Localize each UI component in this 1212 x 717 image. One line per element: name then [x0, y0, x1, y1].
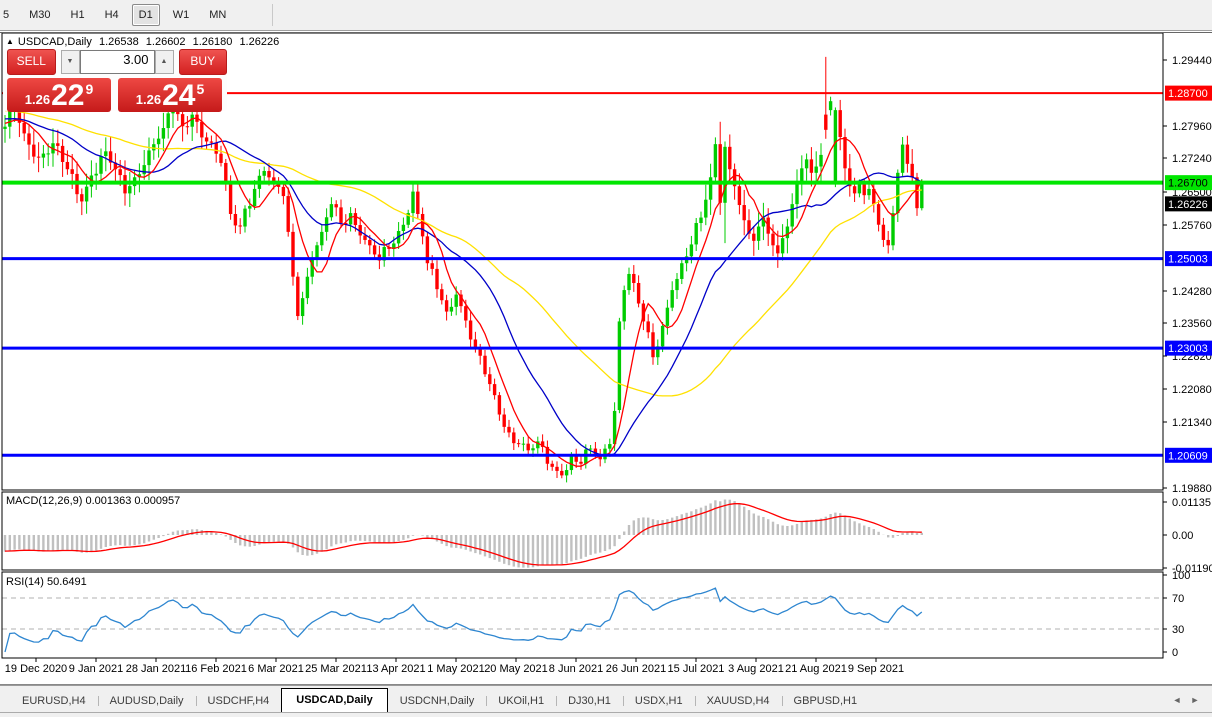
- sell-button[interactable]: SELL: [7, 49, 56, 75]
- date-tick-label: 19 Dec 2020: [5, 663, 67, 675]
- tab-ukoil-h1[interactable]: UKOil,H1: [486, 690, 556, 713]
- date-tick-label: 13 Apr 2021: [366, 663, 425, 675]
- price-chip-label: 1.26226: [1168, 199, 1208, 211]
- date-tick-label: 16 Feb 2021: [185, 663, 247, 675]
- date-tick-label: 20 May 2021: [484, 663, 548, 675]
- price-chip-label: 1.20609: [1168, 450, 1208, 462]
- toolbar-separator: [272, 4, 273, 26]
- date-tick-label: 1 May 2021: [427, 663, 484, 675]
- price-chip-label: 1.23003: [1168, 343, 1208, 355]
- timeframe-button-m30[interactable]: M30: [22, 4, 57, 26]
- horizontal-level-lines: [2, 93, 1163, 455]
- timeframe-toolbar: 5 M30 H1 H4 D1 W1 MN: [0, 0, 1212, 31]
- tab-xauusd-h4[interactable]: XAUUSD,H4: [695, 690, 782, 713]
- tab-usdcad-daily[interactable]: USDCAD,Daily: [281, 688, 387, 713]
- candles-layer: [3, 57, 923, 483]
- timeframe-button-w1[interactable]: W1: [166, 4, 197, 26]
- rsi-label: RSI(14) 50.6491: [6, 576, 87, 588]
- one-click-trading-panel: SELL ▼ 3.00 ▲ BUY 1.26 22 9 1.26 24 5: [3, 49, 227, 111]
- tab-dj30-h1[interactable]: DJ30,H1: [556, 690, 623, 713]
- rsi-tick-label: 0: [1172, 647, 1178, 659]
- date-tick-label: 9 Sep 2021: [848, 663, 904, 675]
- tab-usdchf-h4[interactable]: USDCHF,H4: [196, 690, 282, 713]
- price-tick-label: 1.21340: [1172, 417, 1212, 429]
- buy-price-point: 5: [196, 81, 204, 97]
- price-tick-label: 1.29440: [1172, 55, 1212, 67]
- sell-price-tile[interactable]: 1.26 22 9: [7, 78, 111, 112]
- date-tick-label: 21 Aug 2021: [785, 663, 847, 675]
- pane-borders: [0, 33, 1212, 659]
- buy-button[interactable]: BUY: [179, 49, 228, 75]
- ohlc-open: 1.26538: [99, 36, 139, 48]
- ohlc-close: 1.26226: [239, 36, 279, 48]
- price-axis[interactable]: 1.294401.279601.272401.265001.257601.242…: [1163, 55, 1212, 659]
- macd-tick-label: 0.01135: [1172, 497, 1211, 509]
- date-tick-label: 25 Mar 2021: [305, 663, 367, 675]
- date-tick-label: 8 Jun 2021: [549, 663, 603, 675]
- rsi-tick-label: 70: [1172, 593, 1184, 605]
- date-tick-label: 26 Jun 2021: [606, 663, 667, 675]
- price-chip-label: 1.25003: [1168, 254, 1208, 266]
- volume-increase-icon[interactable]: ▲: [155, 50, 174, 74]
- buy-price-prefix: 1.26: [136, 92, 161, 107]
- timeframe-button-mn[interactable]: MN: [202, 4, 233, 26]
- tab-scroll-left-icon[interactable]: ◄: [1168, 691, 1186, 709]
- date-tick-label: 9 Jan 2021: [69, 663, 123, 675]
- rsi-tick-label: 100: [1172, 570, 1190, 582]
- date-axis[interactable]: 19 Dec 20209 Jan 202128 Jan 202116 Feb 2…: [5, 658, 904, 675]
- price-chip-label: 1.26700: [1168, 178, 1208, 190]
- rsi-pane: [2, 588, 1163, 652]
- timeframe-button-h4[interactable]: H4: [98, 4, 126, 26]
- macd-signal-line: [5, 504, 922, 565]
- sell-price-point: 9: [85, 81, 93, 97]
- sell-price-prefix: 1.26: [25, 92, 50, 107]
- ohlc-high: 1.26602: [146, 36, 186, 48]
- tab-audusd-daily[interactable]: AUDUSD,Daily: [98, 690, 196, 713]
- price-tick-label: 1.22080: [1172, 384, 1212, 396]
- tab-usdx-h1[interactable]: USDX,H1: [623, 690, 695, 713]
- chart-title: ▲ USDCAD,Daily 1.26538 1.26602 1.26180 1.…: [6, 36, 283, 48]
- date-tick-label: 28 Jan 2021: [126, 663, 187, 675]
- price-tick-label: 1.27240: [1172, 153, 1212, 165]
- timeframe-button-h1[interactable]: H1: [64, 4, 92, 26]
- ohlc-low: 1.26180: [193, 36, 233, 48]
- buy-price-pips: 24: [162, 81, 195, 111]
- macd-pane: [5, 500, 922, 568]
- rsi-tick-label: 30: [1172, 624, 1184, 636]
- price-tick-label: 1.27960: [1172, 121, 1212, 133]
- tab-usdcnh-daily[interactable]: USDCNH,Daily: [388, 690, 487, 713]
- date-tick-label: 6 Mar 2021: [248, 663, 304, 675]
- volume-decrease-icon[interactable]: ▼: [61, 50, 80, 74]
- price-tick-label: 1.24280: [1172, 286, 1212, 298]
- price-tick-label: 1.19880: [1172, 483, 1212, 495]
- price-tick-label: 1.25760: [1172, 220, 1212, 232]
- macd-label: MACD(12,26,9) 0.001363 0.000957: [6, 495, 180, 507]
- macd-tick-label: 0.00: [1172, 530, 1193, 542]
- chart-tabbar: EURUSD,H4 AUDUSD,Daily USDCHF,H4 USDCAD,…: [0, 685, 1212, 713]
- bottom-panel-edge: [0, 712, 1212, 717]
- tab-gbpusd-h1[interactable]: GBPUSD,H1: [782, 690, 870, 713]
- tab-scroll-right-icon[interactable]: ►: [1186, 691, 1204, 709]
- sell-price-pips: 22: [51, 81, 84, 111]
- price-chip-label: 1.28700: [1168, 88, 1208, 100]
- collapse-arrow-icon[interactable]: ▲: [6, 37, 14, 46]
- price-tick-label: 1.23560: [1172, 318, 1212, 330]
- symbol-timeframe-label: USDCAD,Daily: [18, 36, 92, 48]
- tab-eurusd-h4[interactable]: EURUSD,H4: [10, 690, 98, 713]
- timeframe-button-m5[interactable]: 5: [0, 4, 16, 26]
- volume-input[interactable]: 3.00: [80, 50, 155, 74]
- date-tick-label: 15 Jul 2021: [668, 663, 725, 675]
- buy-price-tile[interactable]: 1.26 24 5: [118, 78, 222, 112]
- timeframe-button-d1[interactable]: D1: [132, 4, 160, 26]
- date-tick-label: 3 Aug 2021: [728, 663, 784, 675]
